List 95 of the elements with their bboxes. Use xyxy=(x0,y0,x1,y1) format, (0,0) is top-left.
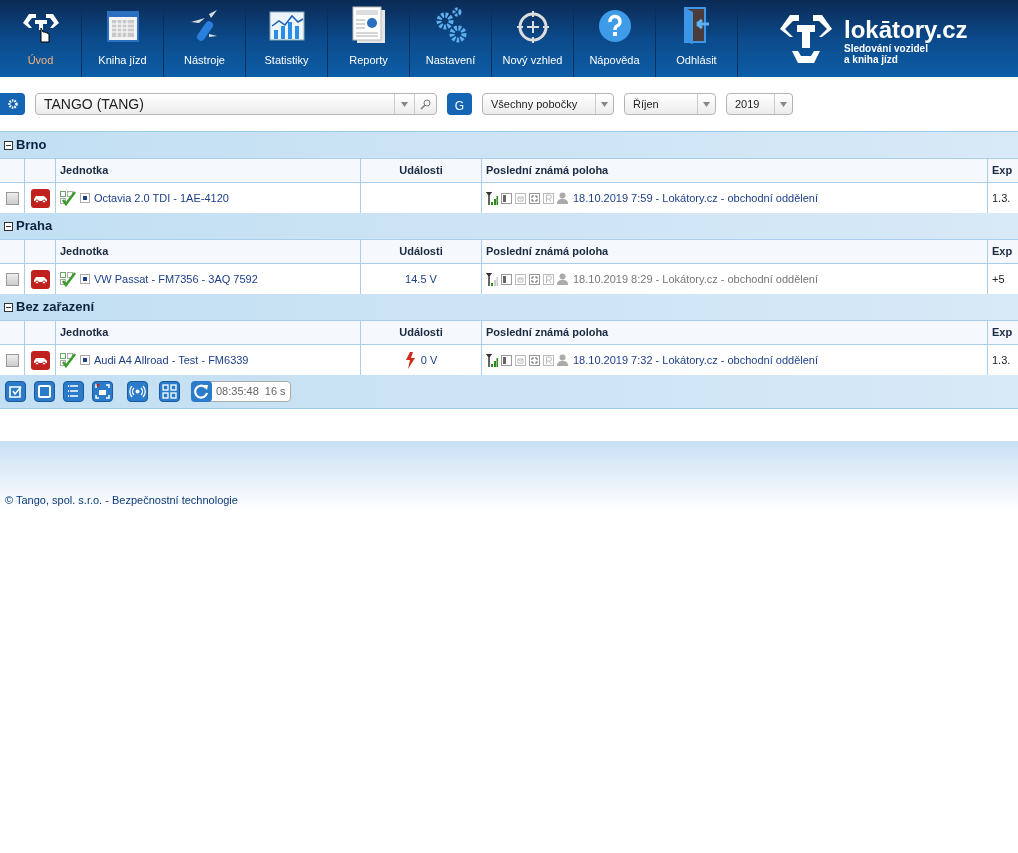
row-checkbox[interactable] xyxy=(5,353,19,367)
dropdown-arrow-icon xyxy=(703,101,710,107)
column-header: Exp xyxy=(992,163,1013,179)
refresh-icon xyxy=(194,383,209,399)
copyright-text: © Tango, spol. s.r.o. - Bezpečnostní technologie xyxy=(5,494,238,506)
position-link[interactable]: 18.10.2019 7:59 - Lokátory.cz - obchodní oddělení xyxy=(573,189,819,207)
panel-icon xyxy=(501,273,512,285)
collapse-toggle-icon[interactable] xyxy=(4,140,13,150)
nav-item[interactable]: Nástroje xyxy=(164,0,246,77)
company-select[interactable]: TANGO (TANG) xyxy=(35,93,437,115)
square-icon xyxy=(35,382,54,401)
dropdown-arrow-icon xyxy=(401,101,408,107)
person-icon xyxy=(557,273,568,285)
envelope-icon xyxy=(515,192,526,204)
column-header: Jednotka xyxy=(60,163,109,179)
brand-name: lokātory.cz xyxy=(844,16,968,43)
branch-select[interactable]: Všechny pobočky xyxy=(482,93,614,115)
checkmark-icon xyxy=(60,190,76,206)
table-cell-text: 1.3. xyxy=(992,190,1011,206)
select-all-button[interactable] xyxy=(5,381,26,402)
table-cell-text: +5 xyxy=(992,271,1005,287)
column-header: Události xyxy=(399,244,443,260)
dropdown-arrow-icon xyxy=(780,101,787,107)
crosshair-icon xyxy=(515,9,550,44)
column-header: Události xyxy=(399,325,443,341)
nav-item[interactable]: Nový vzhled xyxy=(492,0,574,77)
column-header: Poslední známá poloha xyxy=(486,244,609,260)
grid-icon xyxy=(160,382,179,401)
group-title: Praha xyxy=(16,217,53,236)
person-icon xyxy=(557,192,568,204)
nav-item[interactable]: Reporty xyxy=(328,0,410,77)
report-document-icon xyxy=(350,5,387,44)
unit-link[interactable]: VW Passat - FM7356 - 3AQ 7592 xyxy=(94,270,258,288)
column-header: Jednotka xyxy=(60,244,109,260)
nav-item[interactable]: Nápověda xyxy=(574,0,656,77)
car-icon[interactable] xyxy=(30,269,50,289)
group-title: Brno xyxy=(16,136,47,155)
group-title: Bez zařazení xyxy=(16,298,95,317)
voltage-reading: 0 V xyxy=(420,352,438,368)
column-header: Poslední známá poloha xyxy=(486,325,609,341)
collapse-toggle-icon[interactable] xyxy=(4,221,13,231)
row-checkbox[interactable] xyxy=(5,191,19,205)
column-header: Exp xyxy=(992,325,1013,341)
square-icon xyxy=(80,355,90,365)
r-letter-icon xyxy=(543,354,554,366)
table-cell-text: 1.3. xyxy=(992,352,1011,368)
search-icon xyxy=(420,98,431,110)
checklist-button[interactable] xyxy=(63,381,84,402)
checkmark-icon xyxy=(60,271,76,287)
help-icon xyxy=(596,7,633,44)
column-header: Události xyxy=(399,163,443,179)
square-icon xyxy=(80,274,90,284)
nav-item[interactable]: Úvod xyxy=(0,0,82,77)
column-header: Jednotka xyxy=(60,325,109,341)
year-select[interactable]: 2019 xyxy=(726,93,793,115)
square-icon xyxy=(80,193,90,203)
focus-icon xyxy=(529,273,540,285)
broadcast-button[interactable] xyxy=(127,381,148,402)
month-select[interactable]: Říjen xyxy=(624,93,716,115)
panel-icon xyxy=(501,354,512,366)
refresh-control[interactable]: 08:35:48 16 s xyxy=(191,381,291,402)
unit-link[interactable]: Audi A4 Allroad - Test - FM6339 xyxy=(94,351,249,369)
row-checkbox[interactable] xyxy=(5,272,19,286)
envelope-icon xyxy=(515,273,526,285)
gear-icon xyxy=(7,99,18,109)
deselect-button[interactable] xyxy=(34,381,55,402)
nav-item[interactable]: Statistiky xyxy=(246,0,328,77)
car-scan-button[interactable] xyxy=(92,381,113,402)
brand-tagline: a kniha jízd xyxy=(844,53,899,65)
r-letter-icon xyxy=(543,192,554,204)
nav-item[interactable]: Nastavení xyxy=(410,0,492,77)
panel-icon xyxy=(501,192,512,204)
focus-icon xyxy=(529,354,540,366)
brand-tagline: Sledování vozidel xyxy=(844,42,928,54)
person-icon xyxy=(557,354,568,366)
envelope-icon xyxy=(515,354,526,366)
position-link[interactable]: 18.10.2019 7:32 - Lokátory.cz - obchodní oddělení xyxy=(573,351,819,369)
car-scan-icon xyxy=(93,382,112,401)
voltage-reading: 14.5 V xyxy=(405,271,437,287)
settings-button[interactable] xyxy=(0,93,25,115)
grid-view-button[interactable] xyxy=(159,381,180,402)
car-icon[interactable] xyxy=(30,350,50,370)
position-link[interactable]: 18.10.2019 8:29 - Lokátory.cz - obchodní oddělení xyxy=(573,270,819,288)
checkmark-icon xyxy=(60,352,76,368)
focus-icon xyxy=(529,192,540,204)
car-icon[interactable] xyxy=(30,188,50,208)
dropdown-arrow-icon xyxy=(601,101,608,107)
r-letter-icon xyxy=(543,273,554,285)
nav-item[interactable]: Kniha jízd xyxy=(82,0,164,77)
column-header: Poslední známá poloha xyxy=(486,163,609,179)
g-button[interactable]: G xyxy=(447,93,472,115)
unit-link[interactable]: Octavia 2.0 TDI - 1AE-4120 xyxy=(94,189,229,207)
column-header: Exp xyxy=(992,244,1013,260)
nav-item[interactable]: Odhlásit xyxy=(656,0,738,77)
collapse-toggle-icon[interactable] xyxy=(4,302,13,312)
